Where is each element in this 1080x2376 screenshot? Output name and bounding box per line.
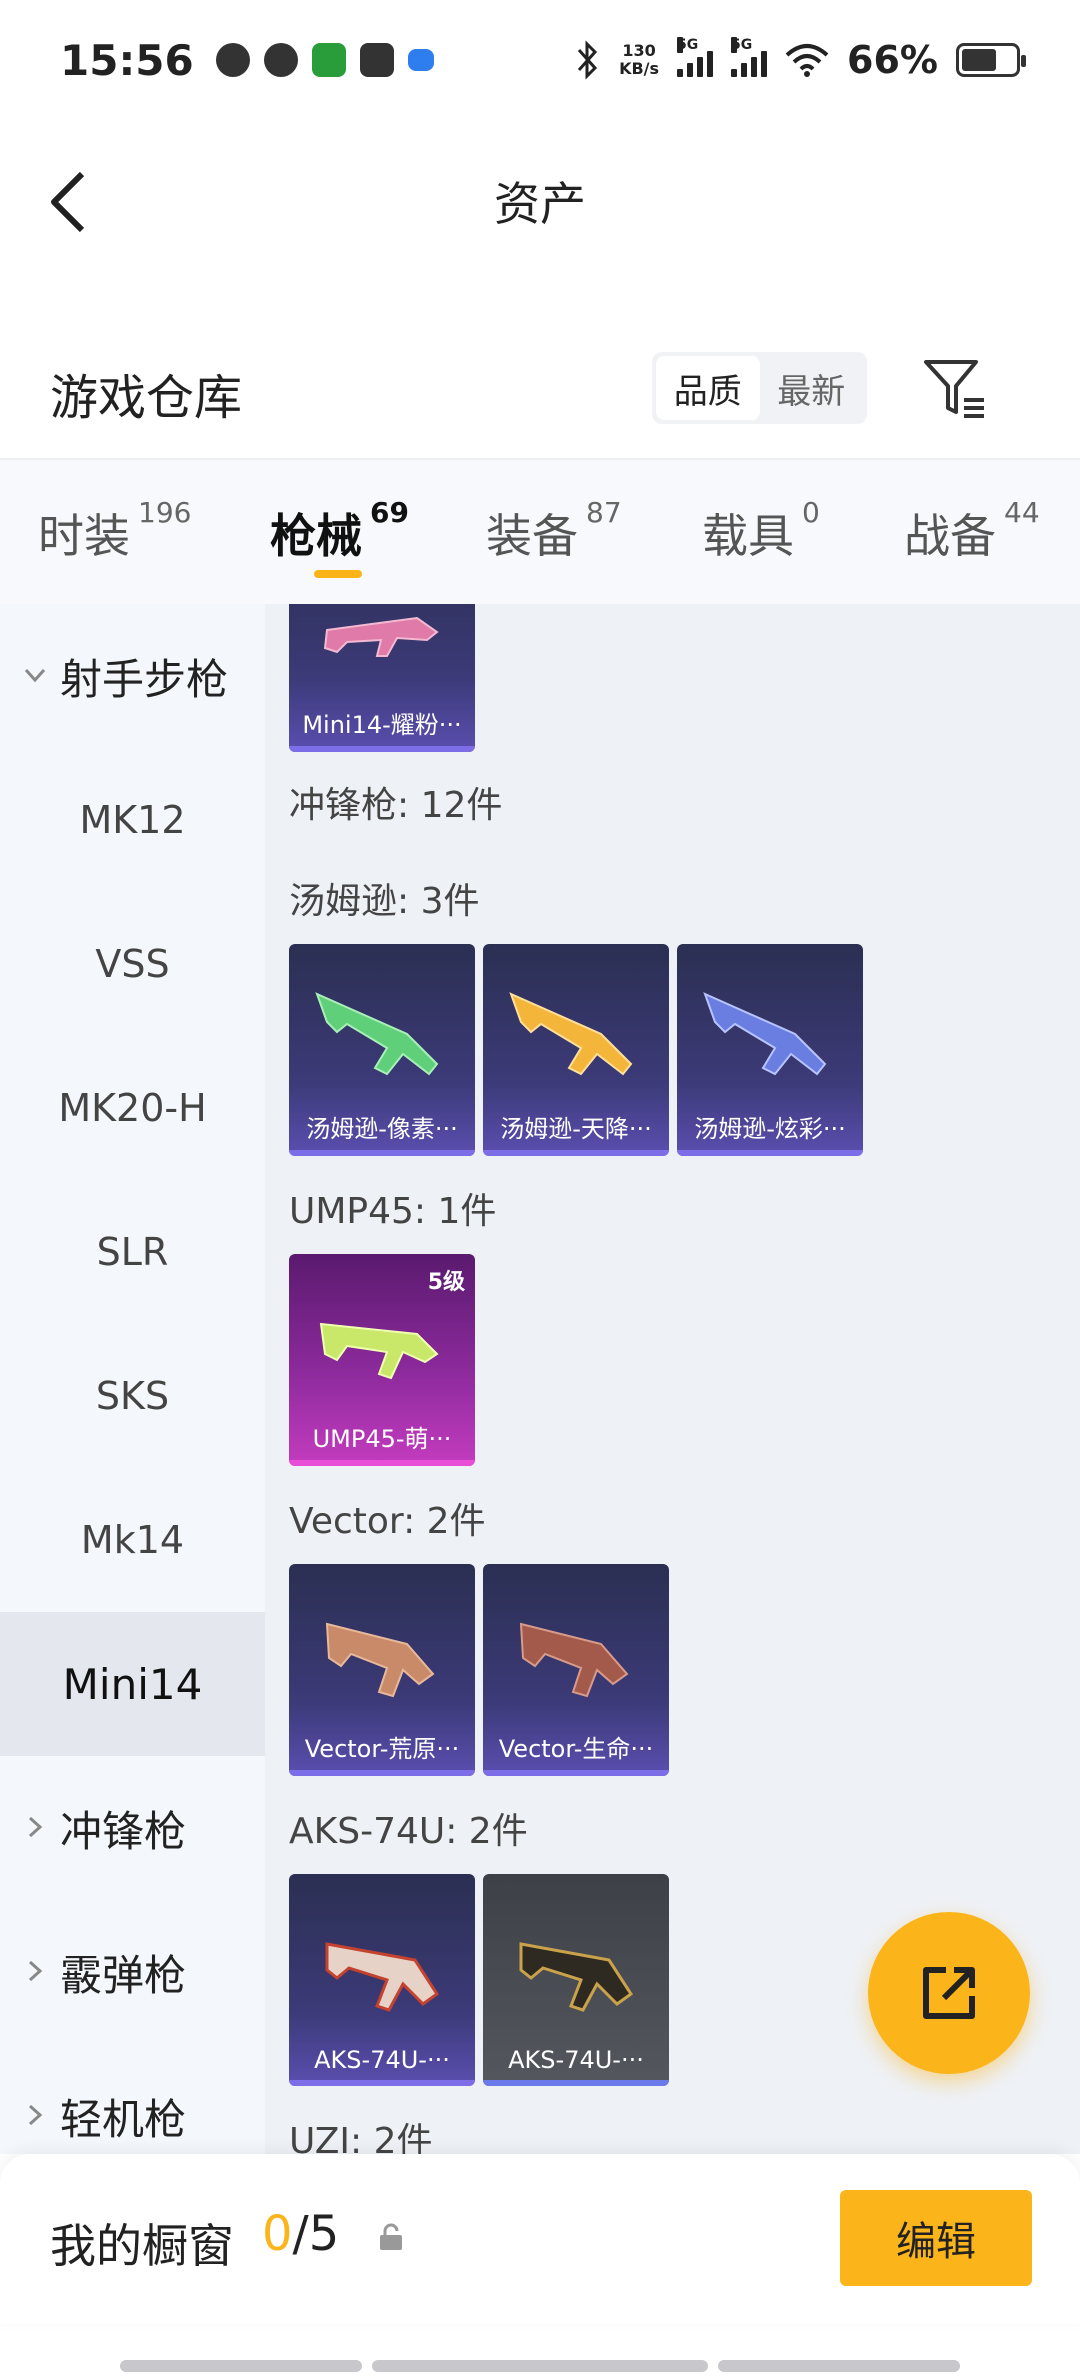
section-smg-label: 冲锋枪: 12件 <box>289 785 503 826</box>
sort-toggle: 品质 最新 <box>652 352 867 424</box>
weapon-card-tommy-2[interactable]: 汤姆逊-天降··· <box>483 944 669 1156</box>
sort-quality-button[interactable]: 品质 <box>656 356 760 420</box>
sidebar-item-vss[interactable]: VSS <box>0 892 265 1036</box>
app-icon <box>263 43 298 77</box>
weapon-card-ump45[interactable]: 5级 UMP45-萌··· <box>289 1254 475 1466</box>
share-icon <box>923 1967 975 2019</box>
section-tommy-label: 汤姆逊: 3件 <box>289 881 480 922</box>
lock-icon <box>380 2223 402 2250</box>
app-header: 资产 <box>0 120 1080 270</box>
weapon-card-tommy-1[interactable]: 汤姆逊-像素··· <box>289 944 475 1156</box>
tab-indicator <box>314 570 362 578</box>
section-uzi-label: UZI: 2件 <box>289 2121 433 2154</box>
gesture-bar-center[interactable] <box>372 2360 708 2372</box>
tab-guns[interactable]: 枪械 69 <box>270 496 409 566</box>
gesture-bar-right <box>718 2360 960 2372</box>
alipay-icon <box>359 43 394 77</box>
edit-button[interactable]: 编辑 <box>840 2190 1032 2286</box>
weapon-card-tommy-3[interactable]: 汤姆逊-炫彩··· <box>677 944 863 1156</box>
weapon-card-mini14[interactable]: Mini14-耀粉··· <box>289 604 475 752</box>
showcase-count: 0/5 <box>262 2206 340 2262</box>
sidebar-item-mk12[interactable]: MK12 <box>0 748 265 892</box>
section-ump-label: UMP45: 1件 <box>289 1191 497 1232</box>
signal-2-icon: 5G <box>731 37 768 77</box>
filter-icon[interactable] <box>920 354 990 424</box>
weapon-image <box>325 1942 440 2012</box>
sidebar-group-lmg[interactable]: 轻机枪 <box>0 2044 265 2154</box>
battery-icon <box>956 43 1026 77</box>
sidebar-item-mk14[interactable]: Mk14 <box>0 1468 265 1612</box>
tab-equipment[interactable]: 装备 87 <box>486 496 622 566</box>
guazi-icon <box>311 43 346 77</box>
weapon-card-vector-2[interactable]: Vector-生命··· <box>483 1564 669 1776</box>
weapon-image <box>325 1622 435 1698</box>
message-icon <box>407 49 434 71</box>
sidebar-item-slr[interactable]: SLR <box>0 1180 265 1324</box>
tab-vehicles[interactable]: 载具 0 <box>702 496 820 566</box>
tab-supplies[interactable]: 战备 44 <box>904 496 1040 566</box>
weapon-image <box>703 992 827 1076</box>
wechat-icon <box>215 43 250 77</box>
level-badge: 5级 <box>427 1270 465 1295</box>
bluetooth-icon <box>577 40 598 80</box>
warehouse-title: 游戏仓库 <box>50 370 243 426</box>
tab-fashion[interactable]: 时装 196 <box>38 496 191 566</box>
weapon-image <box>519 1942 634 2012</box>
showcase-bar: 我的橱窗 0/5 编辑 <box>0 2154 1080 2324</box>
signal-1-icon: 5G <box>677 37 714 77</box>
sidebar-item-mini14[interactable]: Mini14 <box>0 1612 265 1756</box>
section-vector-label: Vector: 2件 <box>289 1501 486 1542</box>
weapon-card-aks-2[interactable]: AKS-74U-··· <box>483 1874 669 2086</box>
sidebar-group-marksman[interactable]: 射手步枪 <box>0 604 265 748</box>
gesture-bar-left <box>120 2360 362 2372</box>
weapon-image <box>315 992 439 1076</box>
weapon-sidebar: 射手步枪 MK12 VSS MK20-H SLR SKS Mk14 Mini14… <box>0 604 265 2154</box>
share-fab[interactable] <box>868 1912 1030 2074</box>
status-time: 15:56 <box>60 35 194 85</box>
wifi-icon <box>785 44 829 77</box>
weapon-card-vector-1[interactable]: Vector-荒原··· <box>289 1564 475 1776</box>
status-bar: 15:56 130 KB/s 5G 5G 66% <box>0 0 1080 120</box>
warehouse-row: 游戏仓库 品质 最新 <box>0 330 1080 450</box>
chevron-right-icon <box>28 1960 43 1982</box>
sidebar-group-shotgun[interactable]: 霰弹枪 <box>0 1900 265 2044</box>
category-tabs: 时装 196 枪械 69 装备 87 载具 0 战备 44 <box>0 458 1080 604</box>
network-speed: 130 KB/s <box>619 41 660 78</box>
sidebar-group-smg[interactable]: 冲锋枪 <box>0 1756 265 1900</box>
section-aks-label: AKS-74U: 2件 <box>289 1811 528 1852</box>
weapon-image <box>519 1622 629 1698</box>
sidebar-item-mk20h[interactable]: MK20-H <box>0 1036 265 1180</box>
weapon-image <box>323 616 439 657</box>
weapon-image <box>509 992 633 1076</box>
sort-latest-button[interactable]: 最新 <box>760 356 864 420</box>
battery-percent: 66% <box>847 38 938 82</box>
page-title: 资产 <box>494 177 586 231</box>
chevron-right-icon <box>28 2104 43 2126</box>
chevron-down-icon <box>24 668 46 683</box>
notification-icons <box>215 43 434 77</box>
showcase-title: 我的橱窗 <box>50 2219 234 2273</box>
chevron-right-icon <box>28 1816 43 1838</box>
weapon-card-aks-1[interactable]: AKS-74U-··· <box>289 1874 475 2086</box>
sidebar-item-sks[interactable]: SKS <box>0 1324 265 1468</box>
